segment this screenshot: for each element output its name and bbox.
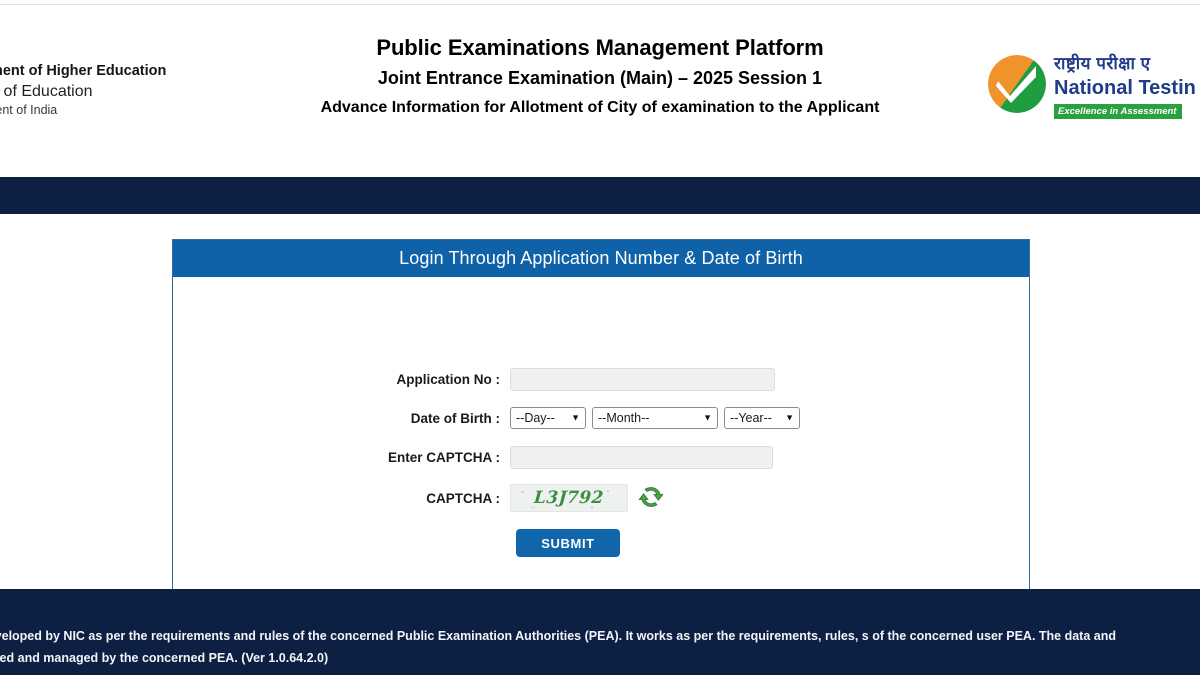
captcha-text: L3J792 [533, 488, 605, 508]
date-of-birth-row: Date of Birth : --Day-- ▼ --Month-- ▼ --… [173, 407, 1029, 429]
dob-month-select[interactable]: --Month-- [592, 407, 718, 429]
refresh-captcha-button[interactable] [637, 484, 665, 512]
page-title: Public Examinations Management Platform [376, 35, 824, 60]
login-form: Application No : Date of Birth : --Day--… [173, 277, 1029, 588]
page-root: Department of Higher Education Ministry … [0, 0, 1200, 675]
nta-logo-text: राष्ट्रीय परीक्षा ए National Testin Exce… [1054, 53, 1200, 119]
nta-emblem-icon [988, 55, 1046, 113]
ministry-branding: Department of Higher Education Ministry … [0, 62, 214, 119]
captcha-image: L3J792 [510, 484, 628, 512]
header-titles: Public Examinations Management Platform … [235, 33, 965, 119]
nta-logo: राष्ट्रीय परीक्षा ए National Testin Exce… [988, 53, 1200, 125]
submit-row: SUBMIT [516, 529, 620, 557]
application-no-row: Application No : [173, 368, 1029, 391]
main-content: Login Through Application Number & Date … [0, 214, 1200, 589]
exam-subtitle: Joint Entrance Examination (Main) – 2025… [377, 68, 823, 88]
footer-disclaimer: tform has been developed by NIC as per t… [0, 629, 1116, 665]
enter-captcha-input[interactable] [510, 446, 773, 469]
nta-hindi-name: राष्ट्रीय परीक्षा ए [1054, 54, 1151, 73]
login-panel-title: Login Through Application Number & Date … [173, 240, 1029, 277]
nta-english-name: National Testin [1054, 77, 1196, 99]
refresh-icon [638, 484, 664, 513]
nta-tagline: Excellence in Assessment [1054, 104, 1183, 119]
application-no-input[interactable] [510, 368, 775, 391]
captcha-label: CAPTCHA : [426, 490, 500, 506]
login-panel: Login Through Application Number & Date … [172, 239, 1030, 589]
ministry-name: Ministry of Education [0, 83, 93, 100]
submit-button[interactable]: SUBMIT [516, 529, 620, 557]
navigation-bar[interactable] [0, 177, 1200, 214]
ministry-government: Government of India [0, 103, 58, 117]
page-description: Advance Information for Allotment of Cit… [320, 99, 880, 116]
dob-year-select[interactable]: --Year-- [724, 407, 800, 429]
page-footer: tform has been developed by NIC as per t… [0, 589, 1200, 675]
enter-captcha-row: Enter CAPTCHA : [173, 446, 1029, 469]
page-header: Department of Higher Education Ministry … [0, 5, 1200, 172]
date-of-birth-label: Date of Birth : [410, 410, 500, 426]
dob-day-select[interactable]: --Day-- [510, 407, 586, 429]
ministry-department: Department of Higher Education [0, 63, 167, 79]
application-no-label: Application No : [396, 372, 501, 387]
captcha-display-row: CAPTCHA : L3J792 [173, 484, 1029, 512]
enter-captcha-label: Enter CAPTCHA : [387, 450, 500, 465]
